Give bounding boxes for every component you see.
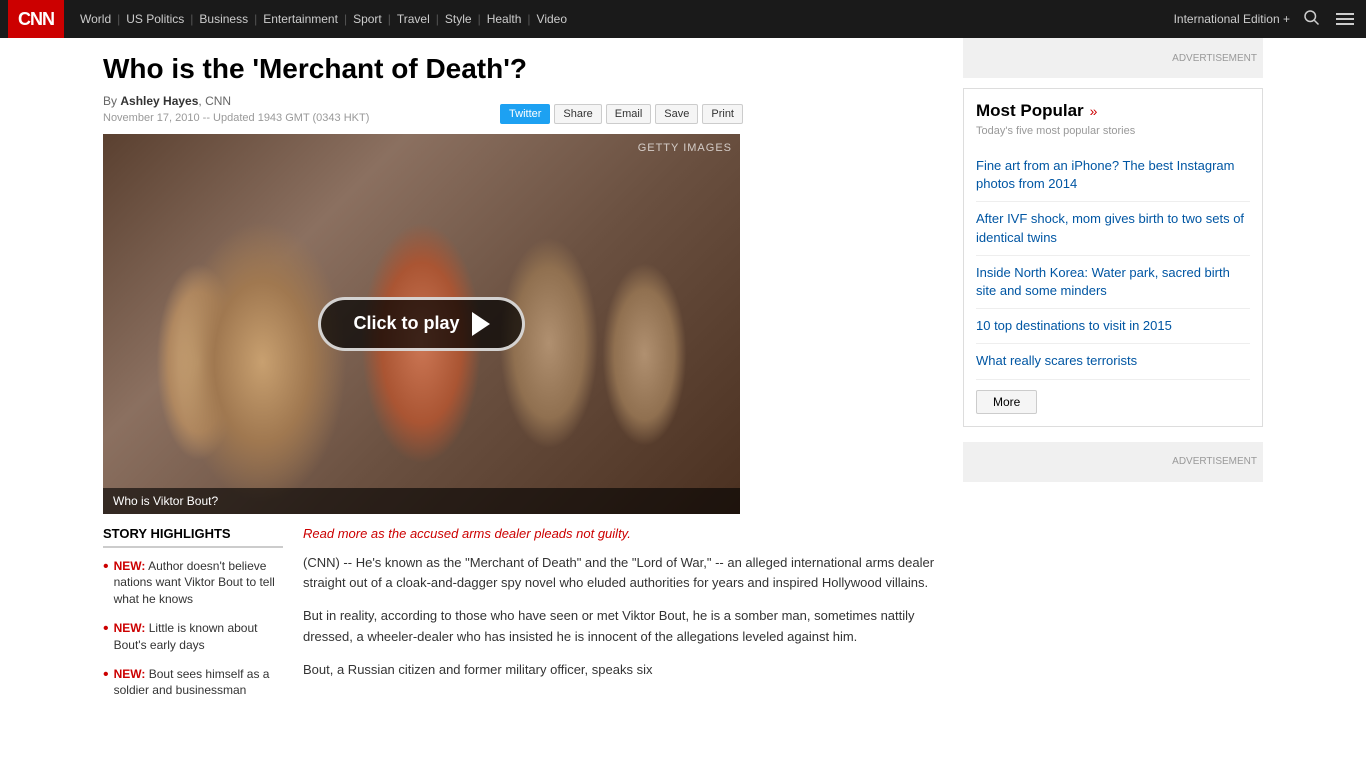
more-button[interactable]: More — [976, 390, 1037, 414]
highlight-new-2: NEW: — [114, 621, 146, 635]
play-triangle-icon — [472, 312, 490, 336]
byline-prefix: By — [103, 94, 117, 108]
article-paragraph-2: But in reality, according to those who h… — [303, 606, 943, 648]
highlight-text-3: NEW: Bout sees himself as a soldier and … — [114, 666, 283, 700]
lead-link[interactable]: Read more as the accused arms dealer ple… — [303, 526, 943, 541]
nav-business[interactable]: Business — [193, 12, 254, 26]
highlights-title: STORY HIGHLIGHTS — [103, 526, 283, 548]
menu-bar-1 — [1336, 13, 1354, 15]
print-button[interactable]: Print — [702, 104, 743, 124]
nav-health[interactable]: Health — [481, 12, 528, 26]
highlight-new-1: NEW: — [114, 559, 146, 573]
international-edition-link[interactable]: International Edition + — [1174, 12, 1290, 26]
popular-item-4[interactable]: 10 top destinations to visit in 2015 — [976, 309, 1250, 344]
ad-bottom: ADVERTISEMENT — [963, 442, 1263, 482]
menu-button[interactable] — [1332, 9, 1358, 29]
story-layout: STORY HIGHLIGHTS • NEW: Author doesn't b… — [103, 526, 943, 712]
nav-world[interactable]: World — [74, 12, 117, 26]
email-button[interactable]: Email — [606, 104, 652, 124]
play-overlay: Click to play — [103, 134, 740, 514]
twitter-share-button[interactable]: Twitter — [500, 104, 550, 124]
highlight-item-3: • NEW: Bout sees himself as a soldier an… — [103, 666, 283, 700]
author-suffix: , CNN — [198, 94, 231, 108]
top-right-controls: International Edition + — [1174, 8, 1358, 31]
article-title: Who is the 'Merchant of Death'? — [103, 52, 943, 86]
play-button-label: Click to play — [353, 313, 459, 334]
highlight-text-2: NEW: Little is known about Bout's early … — [114, 620, 283, 654]
nav-video[interactable]: Video — [531, 12, 573, 26]
search-button[interactable] — [1302, 8, 1320, 31]
popular-item-2[interactable]: After IVF shock, mom gives birth to two … — [976, 202, 1250, 255]
share-buttons: Twitter Share Email Save Print — [500, 104, 743, 124]
ad-bottom-label: ADVERTISEMENT — [1172, 456, 1257, 467]
most-popular-subtitle: Today's five most popular stories — [976, 125, 1250, 137]
nav-travel[interactable]: Travel — [391, 12, 436, 26]
highlight-item-2: • NEW: Little is known about Bout's earl… — [103, 620, 283, 654]
nav-sport[interactable]: Sport — [347, 12, 388, 26]
most-popular-header: Most Popular » — [976, 101, 1250, 121]
menu-bar-3 — [1336, 23, 1354, 25]
highlight-bullet-2: • — [103, 618, 109, 640]
cnn-logo[interactable]: CNN — [8, 0, 64, 38]
nav-us-politics[interactable]: US Politics — [120, 12, 190, 26]
article-body: Read more as the accused arms dealer ple… — [303, 526, 943, 712]
title-area: Who is the 'Merchant of Death'? Twitter … — [103, 52, 943, 86]
popular-item-1[interactable]: Fine art from an iPhone? The best Instag… — [976, 149, 1250, 202]
chevron-right-icon: » — [1090, 103, 1098, 119]
most-popular-section: Most Popular » Today's five most popular… — [963, 88, 1263, 427]
highlight-new-3: NEW: — [114, 667, 146, 681]
main-container: Who is the 'Merchant of Death'? Twitter … — [93, 38, 1273, 721]
highlight-bullet-3: • — [103, 664, 109, 686]
share-button[interactable]: Share — [554, 104, 601, 124]
ad-top-label: ADVERTISEMENT — [1172, 53, 1257, 64]
popular-item-5[interactable]: What really scares terrorists — [976, 344, 1250, 379]
save-button[interactable]: Save — [655, 104, 698, 124]
highlight-text-1: NEW: Author doesn't believe nations want… — [114, 558, 283, 608]
play-button[interactable]: Click to play — [318, 297, 524, 351]
article-paragraph-1: (CNN) -- He's known as the "Merchant of … — [303, 553, 943, 595]
ad-top: ADVERTISEMENT — [963, 38, 1263, 78]
video-container[interactable]: Click to play GETTY IMAGES Who is Viktor… — [103, 134, 740, 514]
nav-style[interactable]: Style — [439, 12, 478, 26]
popular-item-3[interactable]: Inside North Korea: Water park, sacred b… — [976, 256, 1250, 309]
highlight-item-1: • NEW: Author doesn't believe nations wa… — [103, 558, 283, 608]
most-popular-title: Most Popular — [976, 101, 1084, 121]
highlight-bullet-1: • — [103, 556, 109, 578]
nav-entertainment[interactable]: Entertainment — [257, 12, 344, 26]
sidebar: ADVERTISEMENT Most Popular » Today's fiv… — [963, 38, 1263, 721]
article-paragraph-3: Bout, a Russian citizen and former milit… — [303, 660, 943, 681]
nav-links: World | US Politics | Business | Enterta… — [74, 12, 573, 26]
top-navigation: CNN World | US Politics | Business | Ent… — [0, 0, 1366, 38]
story-highlights: STORY HIGHLIGHTS • NEW: Author doesn't b… — [103, 526, 283, 712]
author-name: Ashley Hayes — [120, 94, 198, 108]
article-content: Who is the 'Merchant of Death'? Twitter … — [103, 38, 943, 721]
menu-bar-2 — [1336, 18, 1354, 20]
